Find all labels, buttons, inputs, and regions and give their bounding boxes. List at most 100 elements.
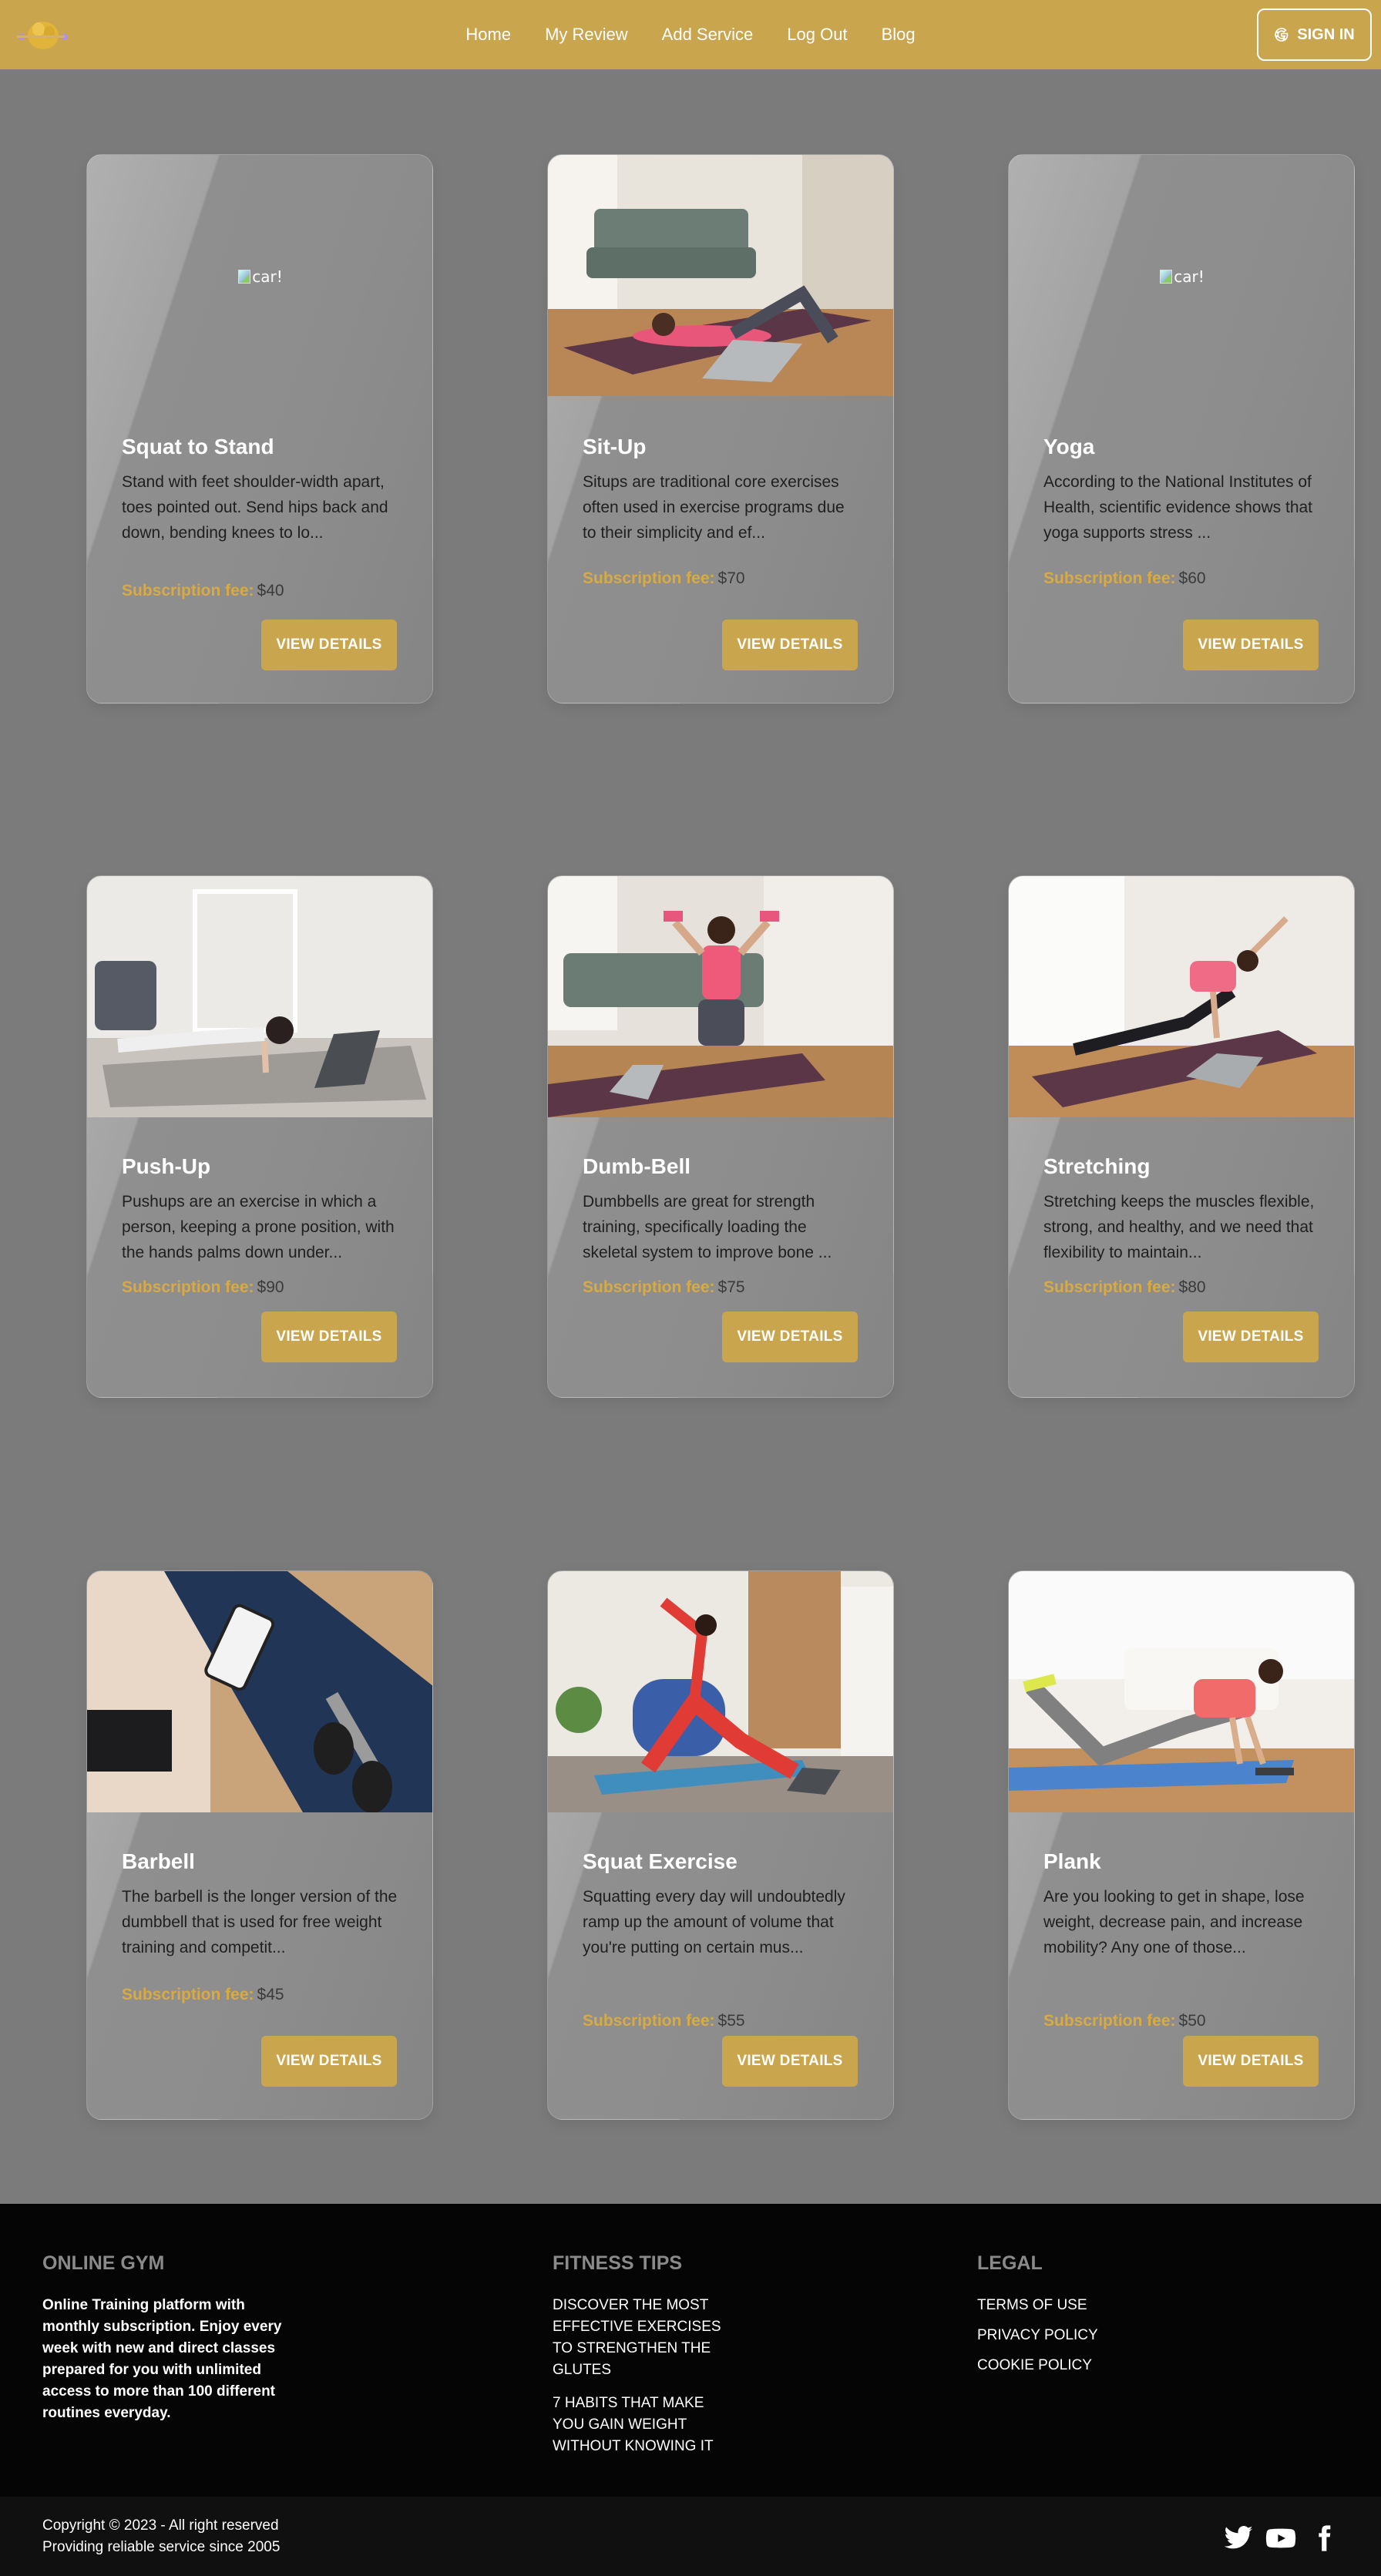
card-image-broken: car!	[87, 155, 432, 396]
service-card: Stretching Stretching keeps the muscles f…	[1008, 875, 1355, 1398]
footer-tip-line: WITHOUT KNOWING IT	[553, 2438, 714, 2454]
footer-tip-line: 7 HABITS THAT MAKE	[553, 2395, 704, 2411]
card-image	[1009, 1571, 1354, 1812]
copyright-text: Copyright © 2023 - All right reserved	[42, 2517, 279, 2534]
fee-label: Subscription fee:	[583, 1278, 715, 1296]
service-card: Barbell The barbell is the longer version…	[86, 1570, 433, 2120]
footer: ONLINE GYM Online Training platform with…	[0, 2204, 1381, 2497]
service-card: Plank Are you looking to get in shape, lo…	[1008, 1570, 1355, 2120]
terms-of-use-link[interactable]: TERMS OF USE	[977, 2295, 1087, 2316]
fee-label: Subscription fee:	[1043, 2012, 1176, 2030]
card-description: Situps are traditional core exercises of…	[583, 473, 845, 542]
fee-value: $45	[257, 1986, 284, 2003]
card-image	[1009, 876, 1354, 1117]
footer-title-fitness-tips: FITNESS TIPS	[553, 2252, 683, 2274]
fee-label: Subscription fee:	[1043, 569, 1176, 587]
footer-bottom-bar: Copyright © 2023 - All right reserved Pr…	[0, 2497, 1381, 2576]
fee-label: Subscription fee:	[122, 1278, 254, 1296]
footer-tip-line: GLUTES	[553, 2362, 612, 2378]
card-fee: Subscription fee: $55	[583, 2012, 745, 2030]
fee-value: $50	[1178, 2012, 1206, 2030]
tagline-text: Providing reliable service since 2005	[42, 2539, 281, 2555]
card-image	[87, 876, 432, 1117]
card-image	[548, 155, 893, 396]
footer-tip-weight-link[interactable]: 7 HABITS THAT MAKE YOU GAIN WEIGHT WITHO…	[553, 2393, 714, 2457]
card-fee: Subscription fee: $80	[1043, 1278, 1206, 1297]
view-details-button[interactable]: VIEW DETAILS	[261, 2036, 397, 2087]
view-details-button[interactable]: VIEW DETAILS	[261, 620, 397, 670]
footer-about-line: prepared for you with unlimited	[42, 2362, 261, 2378]
image-alt-text: car!	[252, 267, 283, 286]
fee-value: $60	[1178, 569, 1206, 587]
view-details-button[interactable]: VIEW DETAILS	[1183, 2036, 1319, 2087]
footer-tip-line: YOU GAIN WEIGHT	[553, 2416, 687, 2433]
footer-about-line: week with new and direct classes	[42, 2340, 276, 2356]
cookie-policy-link[interactable]: COOKIE POLICY	[977, 2355, 1092, 2376]
service-card: car! Squat to Stand Stand with feet should…	[86, 154, 433, 704]
youtube-icon[interactable]	[1265, 2523, 1296, 2554]
service-card: Push-Up Pushups are an exercise in which …	[86, 875, 433, 1398]
fee-label: Subscription fee:	[583, 2012, 715, 2030]
card-fee: Subscription fee: $45	[122, 1986, 284, 2004]
service-card: car! Yoga According to the National Instit…	[1008, 154, 1355, 704]
sign-in-button[interactable]: SIGN IN	[1257, 8, 1372, 61]
google-icon	[1275, 28, 1289, 42]
footer-title-online-gym: ONLINE GYM	[42, 2252, 165, 2274]
card-title: Squat Exercise	[583, 1849, 738, 1873]
card-image	[548, 876, 893, 1117]
nav-add-service[interactable]: Add Service	[662, 25, 754, 45]
fee-value: $75	[717, 1278, 745, 1296]
service-card: Squat Exercise Squatting every day will u…	[547, 1570, 894, 2120]
card-description: Dumbbells are great for strength trainin…	[583, 1193, 832, 1261]
fee-label: Subscription fee:	[1043, 1278, 1176, 1296]
fee-label: Subscription fee:	[583, 569, 715, 587]
view-details-button[interactable]: VIEW DETAILS	[261, 1312, 397, 1362]
footer-about-text: Online Training platform with monthly su…	[42, 2295, 304, 2424]
card-fee: Subscription fee: $70	[583, 569, 745, 588]
fee-value: $90	[257, 1278, 284, 1296]
sign-in-label: SIGN IN	[1297, 25, 1355, 43]
broken-image: car!	[87, 155, 432, 396]
card-fee: Subscription fee: $75	[583, 1278, 745, 1297]
facebook-icon[interactable]	[1309, 2523, 1339, 2554]
card-title: Barbell	[122, 1849, 195, 1873]
card-description: Pushups are an exercise in which a perso…	[122, 1193, 395, 1261]
nav-home[interactable]: Home	[465, 25, 511, 45]
card-description: Stretching keeps the muscles flexible, s…	[1043, 1193, 1315, 1261]
footer-title-legal: LEGAL	[977, 2252, 1043, 2274]
footer-about-line: access to more than 100 different	[42, 2383, 275, 2400]
card-title: Plank	[1043, 1849, 1101, 1873]
card-description: According to the National Institutes of …	[1043, 473, 1313, 542]
card-description: The barbell is the longer version of the…	[122, 1888, 398, 1956]
footer-about-line: routines everyday.	[42, 2405, 171, 2421]
navbar: Home My Review Add Service Log Out Blog …	[0, 0, 1381, 69]
view-details-button[interactable]: VIEW DETAILS	[722, 2036, 858, 2087]
broken-image-icon	[1160, 269, 1173, 284]
view-details-button[interactable]: VIEW DETAILS	[1183, 620, 1319, 670]
fee-value: $55	[717, 2012, 745, 2030]
card-description: Are you looking to get in shape, lose we…	[1043, 1888, 1305, 1956]
card-fee: Subscription fee: $50	[1043, 2012, 1206, 2030]
image-alt-text: car!	[1174, 267, 1205, 286]
view-details-button[interactable]: VIEW DETAILS	[722, 1312, 858, 1362]
card-image-broken: car!	[1009, 155, 1354, 396]
fee-label: Subscription fee:	[122, 1986, 254, 2003]
fee-value: $40	[257, 582, 284, 599]
broken-image-icon	[238, 269, 251, 284]
view-details-button[interactable]: VIEW DETAILS	[1183, 1312, 1319, 1362]
footer-tip-glutes-link[interactable]: DISCOVER THE MOST EFFECTIVE EXERCISES TO…	[553, 2295, 721, 2381]
card-title: Push-Up	[122, 1154, 211, 1178]
fee-value: $80	[1178, 1278, 1206, 1296]
footer-about-line: Online Training platform with	[42, 2297, 245, 2313]
view-details-button[interactable]: VIEW DETAILS	[722, 620, 858, 670]
nav-my-review[interactable]: My Review	[545, 25, 628, 45]
card-image	[548, 1571, 893, 1812]
nav-blog[interactable]: Blog	[882, 25, 916, 45]
nav-log-out[interactable]: Log Out	[787, 25, 847, 45]
twitter-icon[interactable]	[1223, 2523, 1254, 2554]
privacy-policy-link[interactable]: PRIVACY POLICY	[977, 2325, 1098, 2346]
broken-image: car!	[1009, 155, 1354, 396]
card-description: Squatting every day will undoubtedly ram…	[583, 1888, 845, 1956]
card-title: Dumb-Bell	[583, 1154, 690, 1178]
service-card: Sit-Up Situps are traditional core exerci…	[547, 154, 894, 704]
